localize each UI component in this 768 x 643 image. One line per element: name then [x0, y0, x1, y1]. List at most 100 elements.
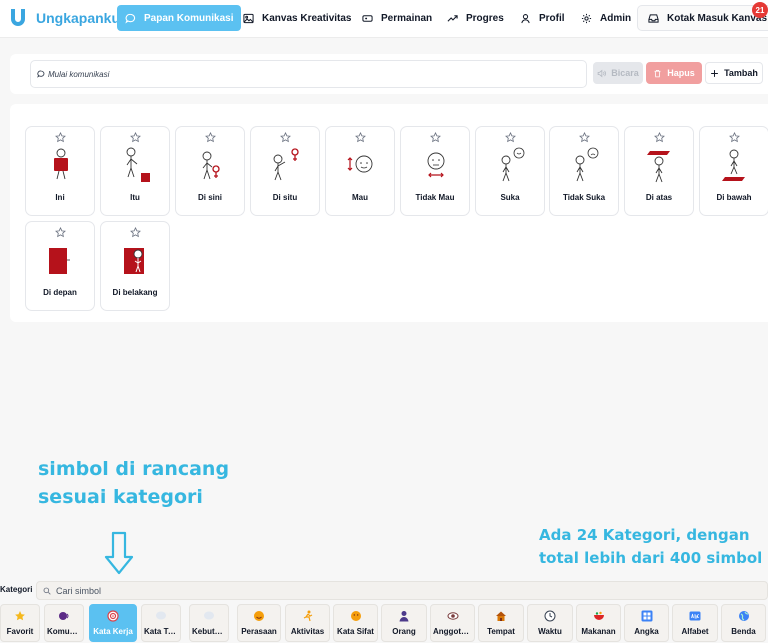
symbol-tile-tidak-mau[interactable]: Tidak Mau: [400, 126, 470, 216]
symbol-suka-icon: [501, 147, 525, 182]
category-orang[interactable]: Orang: [381, 604, 427, 642]
symbol-di-sini-icon: [202, 151, 220, 180]
category-benda[interactable]: Benda: [721, 604, 766, 642]
nav-kotak-masuk-kanvas[interactable]: Kotak Masuk Kanvas: [637, 5, 768, 31]
favorite-star-icon[interactable]: [205, 132, 216, 143]
symbol-tile-itu[interactable]: Itu: [100, 126, 170, 216]
symbol-itu-icon: [126, 147, 150, 182]
category-alfabet[interactable]: Alfabet: [672, 604, 718, 642]
symbol-tidak-suka-icon: [575, 147, 599, 182]
category-makanan[interactable]: Makanan: [576, 604, 621, 642]
category-kata-kerja[interactable]: Kata Kerja: [89, 604, 137, 642]
symbol-label: Di situ: [272, 193, 298, 202]
nav-progres[interactable]: Progres: [447, 5, 504, 31]
symbol-ini-icon: [54, 148, 68, 180]
favorite-star-icon[interactable]: [130, 227, 141, 238]
speech-icon: [59, 612, 69, 620]
symbol-tile-di-depan[interactable]: Di depan: [25, 221, 95, 311]
category-aktivitas[interactable]: Aktivitas: [285, 604, 330, 642]
symbol-label: Itu: [130, 193, 140, 202]
favorite-star-icon[interactable]: [430, 132, 441, 143]
speaker-icon: [597, 69, 607, 77]
message-input[interactable]: Mulai komunikasi: [30, 60, 587, 88]
inbox-icon: [648, 13, 659, 23]
category-kata-tanya[interactable]: Kata Tanya: [141, 604, 181, 642]
category-perasaan[interactable]: Perasaan: [237, 604, 281, 642]
symbol-tile-ini[interactable]: Ini: [25, 126, 95, 216]
nav-profil[interactable]: Profil: [520, 5, 565, 31]
symbol-tile-di-situ[interactable]: Di situ: [250, 126, 320, 216]
eye-icon: [447, 612, 458, 620]
favorite-star-icon[interactable]: [130, 132, 141, 143]
face-icon: [350, 611, 361, 621]
symbol-label: Tidak Mau: [415, 193, 455, 202]
logo-u-icon: [11, 9, 25, 26]
category-kebutuhan[interactable]: Kebutuhan: [189, 604, 229, 642]
annotation-right: Ada 24 Kategori, dengan total lebih dari…: [539, 526, 763, 567]
symbol-label: Tidak Suka: [562, 193, 606, 202]
user-icon: [521, 13, 530, 23]
house-icon: [496, 611, 506, 621]
category-kata-sifat[interactable]: Kata Sifat: [333, 604, 378, 642]
symbol-label: Di sini: [197, 193, 222, 202]
symbol-di-depan-icon: [49, 248, 70, 274]
symbol-tile-di-belakang[interactable]: Di belakang: [100, 221, 170, 311]
gear-icon: [581, 13, 592, 23]
star-icon: [15, 611, 25, 621]
nav-kanvas-kreativitas[interactable]: Kanvas Kreativitas: [243, 5, 352, 31]
favorite-star-icon[interactable]: [654, 132, 665, 143]
symbol-label: Di belakang: [112, 288, 158, 297]
search-icon: [43, 587, 51, 595]
image-icon: [243, 13, 254, 23]
trending-up-icon: [447, 14, 458, 22]
favorite-star-icon[interactable]: [280, 132, 291, 143]
clear-button[interactable]: Hapus: [646, 62, 702, 84]
symbol-di-bawah-icon: [722, 149, 745, 181]
globe-icon: [738, 611, 749, 621]
symbol-tile-mau[interactable]: Mau: [325, 126, 395, 216]
target-icon: [107, 610, 119, 622]
symbol-tile-suka[interactable]: Suka: [475, 126, 545, 216]
nav-admin[interactable]: Admin: [581, 5, 631, 31]
favorite-star-icon[interactable]: [729, 132, 740, 143]
symbol-label: Di depan: [43, 288, 77, 297]
numbers-icon: [641, 610, 652, 622]
symbol-label: Di bawah: [716, 193, 752, 202]
symbol-tile-di-sini[interactable]: Di sini: [175, 126, 245, 216]
chat-bubble-icon: [125, 13, 136, 23]
category-komunikasi[interactable]: Komunikasi: [44, 604, 84, 642]
gamepad-icon: [362, 14, 373, 22]
favorite-star-icon[interactable]: [55, 132, 66, 143]
clock-icon: [544, 610, 556, 622]
category-tempat[interactable]: Tempat: [478, 604, 524, 642]
category-angka[interactable]: Angka: [624, 604, 669, 642]
nav-papan-komunikasi[interactable]: Papan Komunikasi: [117, 5, 242, 31]
favorite-star-icon[interactable]: [505, 132, 516, 143]
smile-icon: [254, 611, 264, 621]
symbol-tile-tidak-suka[interactable]: Tidak Suka: [549, 126, 619, 216]
question-bubble-icon: [156, 611, 166, 620]
favorite-star-icon[interactable]: [579, 132, 590, 143]
favorite-star-icon[interactable]: [55, 227, 66, 238]
symbol-di-situ-icon: [273, 148, 299, 181]
need-bubble-icon: [204, 611, 214, 620]
annotation-left: simbol di rancang sesuai kategori: [38, 458, 230, 508]
person-icon: [399, 611, 409, 622]
category-anggota-tubuh[interactable]: Anggota Tubuh: [430, 604, 475, 642]
category-favorit[interactable]: Favorit: [0, 604, 40, 642]
favorite-star-icon[interactable]: [355, 132, 366, 143]
speak-button[interactable]: Bicara: [593, 62, 643, 84]
nav-permainan[interactable]: Permainan: [362, 5, 432, 31]
symbol-tile-di-bawah[interactable]: Di bawah: [699, 126, 768, 216]
add-button[interactable]: Tambah: [705, 62, 763, 84]
inbox-count-badge: 21: [752, 2, 768, 18]
symbol-tile-di-atas[interactable]: Di atas: [624, 126, 694, 216]
search-placeholder: Cari simbol: [56, 585, 102, 596]
category-waktu[interactable]: Waktu: [527, 604, 573, 642]
message-placeholder: Mulai komunikasi: [48, 69, 110, 79]
abc-icon: [689, 611, 701, 621]
symbol-search-input[interactable]: Cari simbol: [36, 581, 768, 600]
symbol-di-atas-icon: [647, 151, 670, 183]
app-logo[interactable]: Ungkapanku: [8, 6, 120, 30]
bowl-icon: [593, 611, 604, 620]
